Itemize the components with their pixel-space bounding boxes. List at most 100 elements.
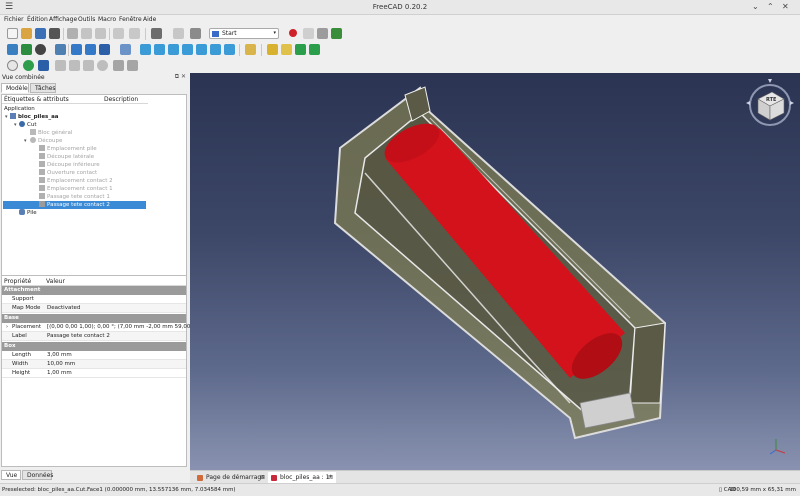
workbench-selector[interactable]: Start ▾: [209, 28, 279, 39]
panel-float-close-buttons[interactable]: ⧉ ✕: [175, 73, 186, 81]
stop-loading-icon[interactable]: [7, 60, 18, 71]
tree-item-passage-tete-contact-1[interactable]: Passage tete contact 1: [39, 193, 110, 201]
tree-item-emplacement-pile[interactable]: Emplacement pile: [39, 145, 97, 153]
web-home-icon[interactable]: [23, 60, 34, 71]
property-editor[interactable]: Propriété Valeur Attachment Support Map …: [1, 275, 207, 467]
arrow-left-icon[interactable]: [71, 44, 82, 55]
property-row-height[interactable]: Height 1,00 mm: [2, 369, 186, 378]
link-actions-icon[interactable]: [309, 44, 320, 55]
expand-icon[interactable]: ›: [6, 323, 8, 332]
menu-aide[interactable]: Aide: [143, 16, 156, 23]
left-view-icon[interactable]: [224, 44, 235, 55]
tree-item-decoupe-inferieure[interactable]: Découpe inférieure: [39, 161, 100, 169]
property-group-box[interactable]: Box: [2, 342, 186, 351]
execute-macro-icon[interactable]: [331, 28, 342, 39]
stop-icon[interactable]: [97, 60, 108, 71]
macro-list-icon[interactable]: [317, 28, 328, 39]
close-tab-icon[interactable]: ⊠: [328, 472, 333, 483]
menu-outils[interactable]: Outils: [78, 16, 95, 23]
chevron-down-icon[interactable]: ⌄: [752, 2, 759, 11]
workbench-icon[interactable]: [190, 28, 201, 39]
tree-item-decoupe-laterale[interactable]: Découpe latérale: [39, 153, 94, 161]
rear-view-icon[interactable]: [196, 44, 207, 55]
property-row-placement[interactable]: › Placement [(0,00 0,00 1,00); 0,00 °; (7,…: [2, 323, 207, 332]
menu-fichier[interactable]: Fichier: [4, 16, 24, 23]
cut-icon[interactable]: [67, 28, 78, 39]
zoom-in-icon[interactable]: [113, 60, 124, 71]
status-bar: Preselected: bloc_piles_aa.Cut.Face1 (0.…: [0, 483, 800, 496]
sync-view-icon[interactable]: [99, 44, 110, 55]
bounding-box-icon[interactable]: [55, 44, 66, 55]
tree-item-emplacement-contact-2[interactable]: Emplacement contact 2: [39, 177, 113, 185]
tree-item-pile[interactable]: Pile: [19, 209, 37, 217]
redo-icon[interactable]: [129, 28, 140, 39]
link-icon[interactable]: [295, 44, 306, 55]
front-view-icon[interactable]: [154, 44, 165, 55]
expand-icon[interactable]: ▾: [5, 113, 8, 121]
top-view-icon[interactable]: [168, 44, 179, 55]
tab-taches[interactable]: Tâches: [30, 83, 56, 93]
tree-header-labels[interactable]: Étiquettes & attributs: [4, 96, 69, 103]
new-document-icon[interactable]: [7, 28, 18, 39]
property-row-label[interactable]: Label Passage tete contact 2: [2, 332, 186, 341]
viewcube-face-label[interactable]: RTE: [766, 97, 776, 103]
whats-this-icon[interactable]: [173, 28, 184, 39]
arrow-right-icon[interactable]: [85, 44, 96, 55]
property-group-attachment[interactable]: Attachment: [2, 286, 186, 295]
refresh-icon[interactable]: [151, 28, 162, 39]
zoom-out-icon[interactable]: [127, 60, 138, 71]
right-view-icon[interactable]: [182, 44, 193, 55]
menu-edition[interactable]: Édition: [27, 16, 48, 23]
undo-icon[interactable]: [113, 28, 124, 39]
close-icon[interactable]: ✕: [782, 2, 789, 11]
menu-macro[interactable]: Macro: [98, 16, 116, 23]
print-icon[interactable]: [49, 28, 60, 39]
tab-modele[interactable]: Modèle: [1, 83, 29, 93]
tab-document[interactable]: bloc_piles_aa : 1* ⊠: [268, 472, 336, 483]
chevron-up-icon[interactable]: ⌃: [767, 2, 774, 11]
property-row-support[interactable]: Support: [2, 295, 186, 304]
stop-macro-icon[interactable]: [303, 28, 314, 39]
tree-header-description[interactable]: Description: [104, 96, 138, 103]
property-row-map-mode[interactable]: Map Mode Deactivated: [2, 304, 186, 313]
open-folder-icon[interactable]: [21, 28, 32, 39]
tree-item-document[interactable]: ▾ bloc_piles_aa: [5, 113, 59, 121]
open-website-icon[interactable]: [38, 60, 49, 71]
view-cube[interactable]: RTE: [744, 77, 796, 129]
fit-selection-icon[interactable]: [21, 44, 32, 55]
bottom-view-icon[interactable]: [210, 44, 221, 55]
zoom-icon[interactable]: [120, 44, 131, 55]
arrow-left-icon[interactable]: [55, 60, 66, 71]
tab-start-page[interactable]: Page de démarrage ⊠: [194, 472, 268, 483]
close-tab-icon[interactable]: ⊠: [260, 472, 265, 483]
arrow-right-icon[interactable]: [69, 60, 80, 71]
expand-icon[interactable]: ▾: [14, 121, 17, 129]
tree-item-bloc-general[interactable]: Bloc général: [30, 129, 72, 137]
3d-viewport[interactable]: RTE: [190, 73, 800, 470]
tree-item-decoupe[interactable]: ▾ Découpe: [24, 137, 62, 145]
tree-item-ouverture-contact[interactable]: Ouverture contact: [39, 169, 97, 177]
tree-item-passage-tete-contact-2[interactable]: Passage tete contact 2: [3, 201, 146, 209]
tree-item-emplacement-contact-1[interactable]: Emplacement contact 1: [39, 185, 113, 193]
menu-fenetre[interactable]: Fenêtre: [119, 16, 142, 23]
expand-icon[interactable]: ▾: [24, 137, 27, 145]
group-icon[interactable]: [281, 44, 292, 55]
draw-style-icon[interactable]: [35, 44, 46, 55]
tab-vue[interactable]: Vue: [1, 470, 21, 480]
fit-all-icon[interactable]: [7, 44, 18, 55]
measure-icon[interactable]: [245, 44, 256, 55]
part-icon[interactable]: [267, 44, 278, 55]
isometric-view-icon[interactable]: [140, 44, 151, 55]
property-group-base[interactable]: Base: [2, 314, 186, 323]
paste-icon[interactable]: [95, 28, 106, 39]
property-row-length[interactable]: Length 3,00 mm: [2, 351, 186, 360]
tree-item-cut[interactable]: ▾ Cut: [14, 121, 36, 129]
3d-model-render[interactable]: [190, 73, 800, 470]
record-macro-icon[interactable]: [289, 29, 297, 37]
save-icon[interactable]: [35, 28, 46, 39]
copy-icon[interactable]: [81, 28, 92, 39]
property-row-width[interactable]: Width 10,00 mm: [2, 360, 186, 369]
tab-donnees[interactable]: Données: [22, 470, 53, 480]
menu-affichage[interactable]: Affichage: [49, 16, 77, 23]
reload-icon[interactable]: [83, 60, 94, 71]
